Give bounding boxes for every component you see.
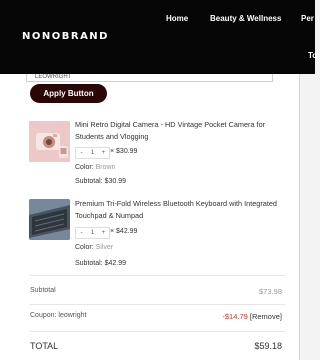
quantity-stepper[interactable]: - 1 +	[75, 147, 110, 159]
divider	[30, 275, 285, 276]
qty-value[interactable]: 1	[87, 230, 98, 236]
divider	[30, 304, 285, 305]
cart-subtotal-label: Subtotal	[30, 287, 56, 294]
product-title[interactable]: Mini Retro Digital Camera - HD Vintage P…	[75, 119, 285, 143]
apply-coupon-button[interactable]: Apply Button	[30, 84, 107, 103]
color-label: Color:	[75, 244, 94, 251]
cart-panel: LEOWRIGHT Apply Button Mini Retro Digita…	[0, 74, 300, 360]
color-label: Color:	[75, 164, 94, 171]
total-value: $59.18	[254, 341, 282, 351]
qty-decrease-button[interactable]: -	[76, 230, 87, 236]
nav-home[interactable]: Home	[166, 14, 188, 23]
discount-value: -$14.79	[222, 312, 248, 321]
color-value: Brown	[95, 164, 116, 171]
quantity-stepper[interactable]: - 1 +	[75, 227, 110, 239]
coupon-input[interactable]: LEOWRIGHT	[26, 74, 273, 82]
cart-subtotal-value: $73.98	[259, 287, 282, 296]
nav-item-truncated[interactable]: Per	[301, 14, 314, 23]
remove-coupon-link[interactable]: [Remove]	[250, 312, 282, 321]
subtotal-label: Subtotal:	[75, 178, 103, 185]
qty-decrease-button[interactable]: -	[76, 150, 87, 156]
product-title[interactable]: Premium Tri-Fold Wireless Bluetooth Keyb…	[75, 198, 285, 222]
total-label: TOTAL	[30, 341, 59, 351]
brand-logo[interactable]: NONOBRAND	[22, 31, 109, 42]
nav-beauty-wellness[interactable]: Beauty & Wellness	[210, 14, 281, 23]
unit-price: × $42.99	[110, 228, 138, 235]
camera-product-image	[29, 121, 70, 162]
qty-increase-button[interactable]: +	[98, 150, 109, 156]
nav-item-second-row[interactable]: To	[308, 51, 317, 60]
coupon-label: Coupon: leowright	[30, 312, 87, 319]
qty-value[interactable]: 1	[87, 150, 98, 156]
site-header: NONOBRAND Home Beauty & Wellness Per To	[0, 0, 317, 74]
item-subtotal: Subtotal: $30.99	[75, 178, 126, 185]
qty-increase-button[interactable]: +	[98, 230, 109, 236]
divider	[30, 331, 285, 332]
unit-price: × $30.99	[110, 148, 138, 155]
subtotal-label: Subtotal:	[75, 260, 103, 267]
subtotal-value: $30.99	[104, 178, 127, 185]
subtotal-value: $42.99	[104, 260, 127, 267]
coupon-discount: -$14.79 [Remove]	[222, 312, 282, 321]
keyboard-product-image	[29, 199, 70, 240]
product-color: Color: Brown	[75, 164, 115, 171]
color-value: Silver	[95, 244, 114, 251]
item-subtotal: Subtotal: $42.99	[75, 260, 126, 267]
product-color: Color: Silver	[75, 244, 113, 251]
